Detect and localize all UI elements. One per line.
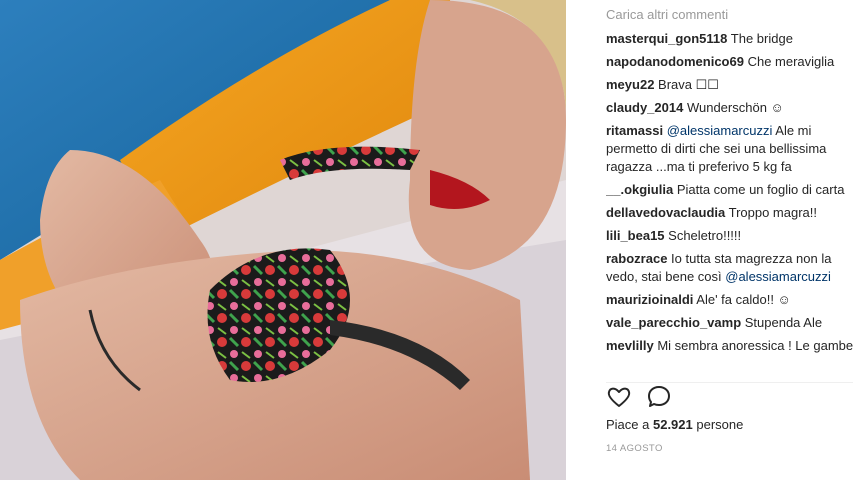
comment-username[interactable]: rabozrace	[606, 251, 667, 266]
comment-text: Che meraviglia	[743, 54, 835, 69]
comment-mention[interactable]: @alessiamarcuzzi	[663, 123, 773, 138]
comment-item: claudy_2014 Wunderschön ☺	[606, 99, 853, 117]
comment-username[interactable]: dellavedovaclaudia	[606, 205, 725, 220]
likes-prefix: Piace a	[606, 417, 653, 432]
comment-username[interactable]: vale_parecchio_vamp	[606, 315, 741, 330]
post-photo[interactable]	[0, 0, 566, 480]
comment-item: meyu22 Brava ☐☐	[606, 76, 853, 94]
comment-list: masterqui_gon5118 The bridge napodanodom…	[606, 30, 853, 360]
comment-username[interactable]: ritamassi	[606, 123, 663, 138]
comment-item: dellavedovaclaudia Troppo magra!!	[606, 204, 853, 222]
comments-section: Carica altri commenti masterqui_gon5118 …	[606, 0, 853, 382]
divider	[606, 382, 853, 383]
heart-icon[interactable]	[606, 384, 632, 410]
comment-text: Ale' fa caldo!! ☺	[693, 292, 791, 307]
comments-panel: Carica altri commenti masterqui_gon5118 …	[566, 0, 853, 480]
comment-text: The bridge	[727, 31, 793, 46]
comment-mention[interactable]: @alessiamarcuzzi	[725, 269, 831, 284]
comment-item: mevlilly Mi sembra anoressica ! Le gambe	[606, 337, 853, 355]
speech-bubble-icon[interactable]	[646, 384, 672, 410]
comment-item: ritamassi @alessiamarcuzzi Ale mi permet…	[606, 122, 852, 176]
comment-item: vale_parecchio_vamp Stupenda Ale	[606, 314, 853, 332]
comment-text: Stupenda Ale	[741, 315, 823, 330]
comment-item: maurizioinaldi Ale' fa caldo!! ☺	[606, 291, 853, 309]
comment-text: Brava ☐☐	[654, 77, 719, 92]
likes-number: 52.921	[652, 417, 693, 432]
comment-text: Wunderschön ☺	[683, 100, 784, 115]
comment-item: rabozrace Io tutta sta magrezza non la v…	[606, 250, 852, 286]
post-date[interactable]: 14 agosto	[606, 443, 663, 454]
comment-username[interactable]: lili_bea15	[606, 228, 665, 243]
comment-text: Mi sembra anoressica ! Le gambe	[653, 338, 853, 353]
comment-text: Piatta come un foglio di carta	[673, 182, 845, 197]
comment-item: __.okgiulia Piatta come un foglio di car…	[606, 181, 853, 199]
comment-item: masterqui_gon5118 The bridge	[606, 30, 853, 48]
comment-text: Scheletro!!!!!	[664, 228, 742, 243]
load-more-comments-link[interactable]: Carica altri commenti	[606, 7, 728, 22]
comment-username[interactable]: mevlilly	[606, 338, 654, 353]
comment-username[interactable]: napodanodomenico69	[606, 54, 744, 69]
comment-username[interactable]: masterqui_gon5118	[606, 31, 727, 46]
comment-item: lili_bea15 Scheletro!!!!!	[606, 227, 853, 245]
comment-text: Troppo magra!!	[725, 205, 818, 220]
photo-image	[0, 0, 566, 480]
comment-username[interactable]: maurizioinaldi	[606, 292, 693, 307]
likes-count[interactable]: Piace a 52.921 persone	[606, 417, 743, 432]
comment-username[interactable]: __.okgiulia	[606, 182, 673, 197]
comment-item: napodanodomenico69 Che meraviglia	[606, 53, 853, 71]
comment-username[interactable]: claudy_2014	[606, 100, 683, 115]
likes-suffix: persone	[692, 417, 744, 432]
comment-username[interactable]: meyu22	[606, 77, 654, 92]
